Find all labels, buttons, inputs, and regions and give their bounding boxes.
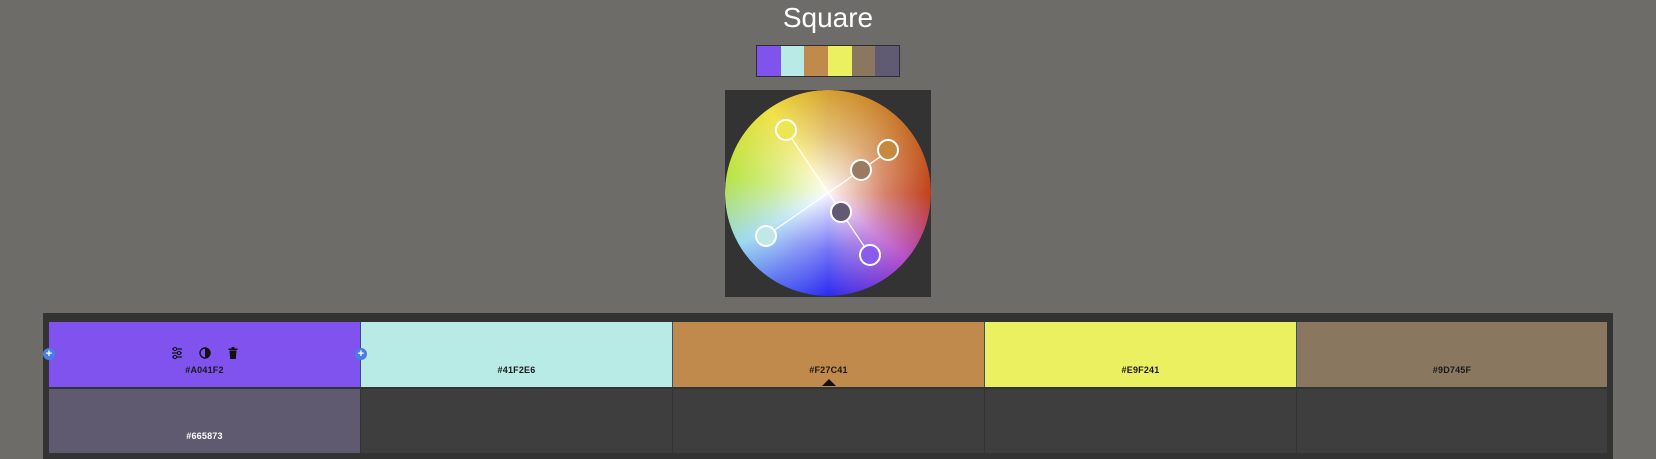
color-wheel-panel xyxy=(725,90,931,297)
swatch-hex-label: #9D745F xyxy=(1432,365,1472,375)
empty-slot xyxy=(1297,389,1607,453)
palette-swatch[interactable]: #E9F241 xyxy=(985,322,1297,387)
swatch-hex-label: #41F2E6 xyxy=(497,365,536,375)
contrast-icon[interactable] xyxy=(198,346,212,360)
swatch-toolbar xyxy=(49,346,360,360)
swatch-hex-label: #E9F241 xyxy=(1121,365,1160,375)
strip-swatch[interactable] xyxy=(757,46,781,76)
strip-swatch[interactable] xyxy=(851,46,876,76)
strip-swatch[interactable] xyxy=(804,46,829,76)
palette-swatch-selected[interactable]: #F27C41 xyxy=(673,322,985,387)
strip-swatch[interactable] xyxy=(780,46,805,76)
caret-up-icon xyxy=(822,379,836,386)
empty-slot xyxy=(361,389,672,453)
palette-swatch[interactable]: #41F2E6 xyxy=(361,322,673,387)
wheel-handle[interactable] xyxy=(877,139,899,161)
swatch-hex-label: #F27C41 xyxy=(809,365,848,375)
add-color-right-button[interactable]: + xyxy=(355,348,367,360)
swatch-hex-label: #A041F2 xyxy=(185,365,224,375)
sliders-icon[interactable] xyxy=(170,346,184,360)
wheel-handle[interactable] xyxy=(850,159,872,181)
color-strip xyxy=(756,45,900,77)
add-color-left-button[interactable]: + xyxy=(43,348,55,360)
wheel-handle[interactable] xyxy=(755,225,777,247)
page-title: Square xyxy=(782,2,874,33)
wheel-handle[interactable] xyxy=(775,119,797,141)
color-wheel[interactable] xyxy=(725,90,931,297)
swatch-hex-label: #665873 xyxy=(186,431,223,441)
empty-slot xyxy=(985,389,1296,453)
palette-swatch[interactable]: #9D745F xyxy=(1297,322,1607,387)
strip-swatch[interactable] xyxy=(875,46,900,76)
trash-icon[interactable] xyxy=(226,346,240,360)
empty-slot xyxy=(673,389,984,453)
palette-swatch[interactable]: #665873 xyxy=(49,389,360,453)
wheel-handle-base[interactable] xyxy=(830,201,852,223)
wheel-handle[interactable] xyxy=(859,244,881,266)
strip-swatch[interactable] xyxy=(828,46,852,76)
palette-grid: #A041F2 #41F2E6 #F27C41 #E9F241 #9D745F … xyxy=(43,313,1613,459)
palette-swatch[interactable]: #A041F2 xyxy=(49,322,361,387)
